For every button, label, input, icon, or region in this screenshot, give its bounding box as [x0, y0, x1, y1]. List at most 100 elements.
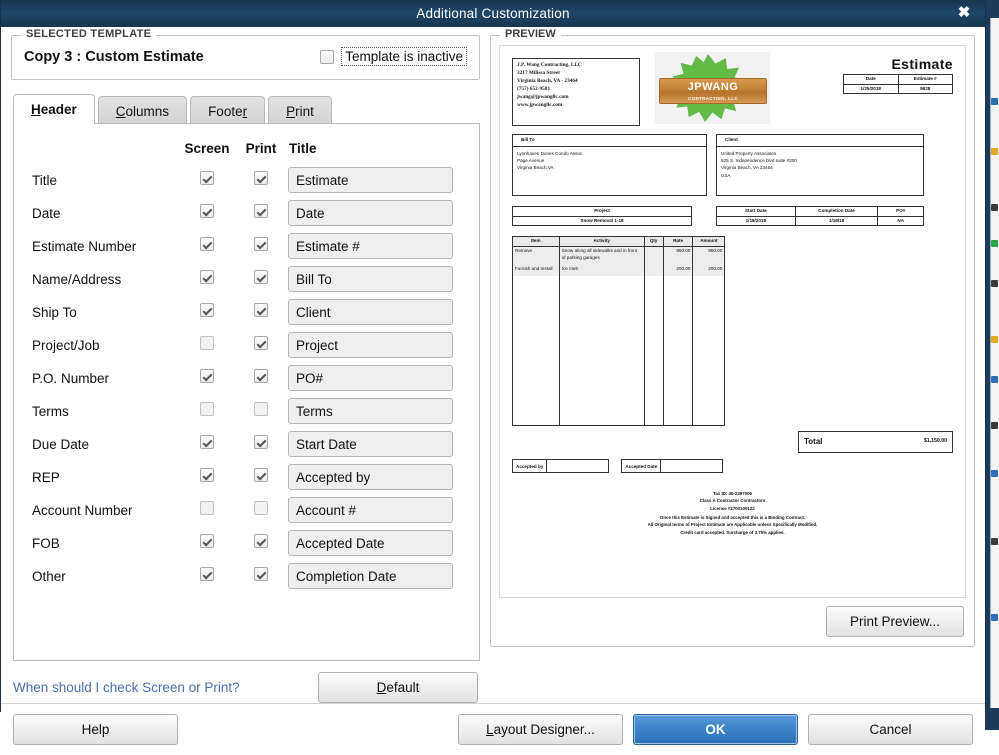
sidebar-glyph-icon [991, 470, 998, 477]
close-icon[interactable]: ✖ [953, 3, 975, 23]
project-value: Snow Removal 1-18 [512, 215, 692, 227]
print-checkbox[interactable] [254, 302, 268, 317]
screen-checkbox[interactable] [200, 533, 214, 548]
default-button[interactable]: Default [318, 672, 478, 703]
table-row: Due Date [32, 431, 465, 464]
items-col-activity: Activity [558, 236, 645, 247]
col-print-header: Print [245, 141, 277, 156]
screen-checkbox[interactable] [200, 401, 214, 416]
table-filler-row [512, 275, 726, 426]
print-checkbox[interactable] [254, 401, 268, 416]
print-cell [234, 365, 288, 398]
title-input[interactable] [288, 299, 453, 325]
table-header-row: Date Estimate # [843, 74, 953, 85]
title-input[interactable] [288, 167, 453, 193]
table-header-row: Project [512, 206, 692, 217]
field-label: Terms [32, 403, 69, 419]
print-checkbox[interactable] [254, 434, 268, 449]
print-checkbox[interactable] [254, 533, 268, 548]
screen-checkbox[interactable] [200, 566, 214, 581]
screen-checkbox[interactable] [200, 203, 214, 218]
tab-footer-label-a: Foote [208, 104, 243, 119]
field-label: Name/Address [32, 271, 122, 287]
table-row: Name/Address [32, 266, 465, 299]
print-checkbox[interactable] [254, 236, 268, 251]
title-input[interactable] [288, 464, 453, 490]
table-row: 1/18/2018 1/18/18 NA [716, 215, 924, 227]
title-cell [288, 431, 465, 464]
screen-checkbox[interactable] [200, 302, 214, 317]
print-checkbox[interactable] [254, 500, 268, 515]
screen-checkbox[interactable] [200, 335, 214, 350]
title-cell [288, 365, 465, 398]
table-row: REP [32, 464, 465, 497]
title-cell [288, 266, 465, 299]
screen-checkbox[interactable] [200, 500, 214, 515]
table-row: 1/25/2018 5628 [843, 83, 953, 95]
table-row: Date [32, 200, 465, 233]
print-checkbox[interactable] [254, 467, 268, 482]
print-checkbox[interactable] [254, 269, 268, 284]
client-line: 525 S. Independence blvd suite #200 [721, 158, 797, 163]
tab-footer[interactable]: Footer [190, 96, 266, 125]
print-cell [234, 431, 288, 464]
print-checkbox[interactable] [254, 203, 268, 218]
selected-template-legend: SELECTED TEMPLATE [21, 28, 157, 40]
background-sidebar [990, 18, 999, 708]
screen-cell [180, 563, 234, 596]
title-input[interactable] [288, 332, 453, 358]
print-preview-button[interactable]: Print Preview... [826, 606, 964, 637]
meta-number-label: Estimate # [897, 74, 953, 85]
title-cell [288, 464, 465, 497]
print-checkbox[interactable] [254, 566, 268, 581]
print-checkbox[interactable] [254, 170, 268, 185]
item-name: Furnish and Install [512, 265, 560, 276]
company-name: J.P. Wang Contracting, LLC [517, 62, 582, 68]
screen-checkbox[interactable] [200, 170, 214, 185]
title-input[interactable] [288, 431, 453, 457]
screen-or-print-help-link[interactable]: When should I check Screen or Print? [13, 680, 240, 695]
print-cell [234, 266, 288, 299]
table-header-row: Item Activity Qty Rate Amount [512, 236, 726, 247]
template-inactive-control[interactable]: Template is inactive [320, 47, 467, 66]
tab-header[interactable]: Header [13, 94, 95, 124]
dialog-title: Additional Customization [416, 6, 570, 21]
meta-date-value: 1/25/2018 [843, 83, 899, 95]
screen-checkbox[interactable] [200, 269, 214, 284]
template-inactive-checkbox[interactable] [320, 49, 335, 64]
screen-cell [180, 332, 234, 365]
print-cell [234, 563, 288, 596]
screen-checkbox[interactable] [200, 434, 214, 449]
title-input[interactable] [288, 398, 453, 424]
field-label: FOB [32, 535, 60, 551]
item-amount: 200.00 [692, 265, 726, 276]
table-row: Account Number [32, 497, 465, 530]
title-input[interactable] [288, 365, 453, 391]
title-input[interactable] [288, 266, 453, 292]
title-input[interactable] [288, 200, 453, 226]
settings-panel-footer: When should I check Screen or Print? Def… [13, 672, 478, 703]
title-cell [288, 167, 465, 200]
title-cell [288, 332, 465, 365]
title-input[interactable] [288, 233, 453, 259]
print-cell [234, 464, 288, 497]
header-fields-table: Screen Print Title Title Estimate Date D… [32, 140, 465, 596]
title-input[interactable] [288, 497, 453, 523]
title-input[interactable] [288, 530, 453, 556]
title-cell [288, 497, 465, 530]
estimate-document: J.P. Wang Contracting, LLC 3217 Milissa … [500, 46, 965, 597]
project-label: Project [512, 206, 692, 217]
tab-columns[interactable]: Columns [97, 96, 188, 125]
title-input[interactable] [288, 563, 453, 589]
screen-checkbox[interactable] [200, 236, 214, 251]
print-checkbox[interactable] [254, 335, 268, 350]
project-table: Project Snow Removal 1-18 [512, 206, 692, 227]
field-label: REP [32, 469, 60, 485]
screen-checkbox[interactable] [200, 467, 214, 482]
title-cell [288, 233, 465, 266]
col-screen-header: Screen [184, 141, 230, 156]
screen-cell [180, 233, 234, 266]
print-checkbox[interactable] [254, 368, 268, 383]
tab-print[interactable]: Print [268, 96, 332, 125]
screen-checkbox[interactable] [200, 368, 214, 383]
